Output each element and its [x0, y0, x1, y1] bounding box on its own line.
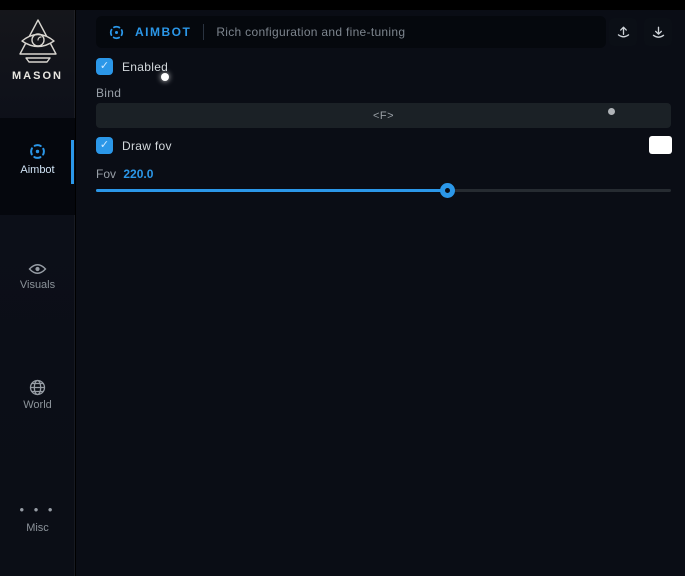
sidebar-item-label: Visuals — [0, 279, 75, 291]
sidebar-item-label: World — [0, 399, 75, 411]
sidebar-item-misc[interactable]: • • • Misc — [0, 501, 75, 534]
particle-dot — [608, 108, 615, 115]
brand-name: MASON — [0, 70, 75, 82]
fov-slider-fill — [96, 189, 447, 192]
page-title: AIMBOT — [135, 25, 191, 39]
main-pane: AIMBOT Rich configuration and fine-tunin… — [76, 10, 685, 576]
eye-triangle-logo-icon — [0, 16, 75, 68]
check-icon: ✓ — [100, 61, 109, 72]
sidebar-item-visuals[interactable]: Visuals — [0, 262, 75, 291]
brand-logo: MASON — [0, 16, 75, 82]
crosshair-icon — [0, 142, 75, 161]
page-header: AIMBOT Rich configuration and fine-tunin… — [96, 16, 606, 48]
upload-icon — [616, 25, 631, 40]
bind-key-selector[interactable]: <F> — [96, 103, 671, 128]
bind-label: Bind — [96, 86, 121, 100]
sidebar-item-aimbot[interactable]: Aimbot — [0, 142, 75, 176]
fov-value: 220.0 — [123, 167, 153, 181]
fov-label: Fov — [96, 167, 116, 181]
enabled-checkbox[interactable]: ✓ — [96, 58, 113, 75]
mason-menu-window: MASON Aimbot Visuals — [0, 0, 685, 576]
fov-label-row: Fov 220.0 — [96, 167, 153, 181]
fov-slider-handle[interactable] — [440, 183, 455, 198]
sidebar-item-label: Aimbot — [0, 164, 75, 176]
sidebar-item-world[interactable]: World — [0, 379, 75, 411]
check-icon: ✓ — [100, 140, 109, 151]
globe-icon — [0, 379, 75, 396]
draw-fov-color-swatch[interactable] — [649, 136, 672, 154]
header-divider — [203, 24, 204, 40]
draw-fov-label: Draw fov — [122, 139, 172, 153]
crosshair-icon — [108, 24, 125, 41]
eye-icon — [0, 262, 75, 276]
bind-key-value: <F> — [373, 110, 394, 122]
ellipsis-icon: • • • — [20, 502, 56, 517]
enabled-label: Enabled — [122, 60, 168, 74]
sidebar-item-label: Misc — [0, 522, 75, 534]
cursor-dot — [161, 73, 169, 81]
sidebar: MASON Aimbot Visuals — [0, 10, 75, 576]
download-icon — [651, 25, 666, 40]
draw-fov-checkbox[interactable]: ✓ — [96, 137, 113, 154]
export-config-button[interactable] — [609, 18, 637, 46]
page-subtitle: Rich configuration and fine-tuning — [216, 25, 405, 39]
import-config-button[interactable] — [644, 18, 672, 46]
fov-slider[interactable] — [96, 189, 671, 192]
